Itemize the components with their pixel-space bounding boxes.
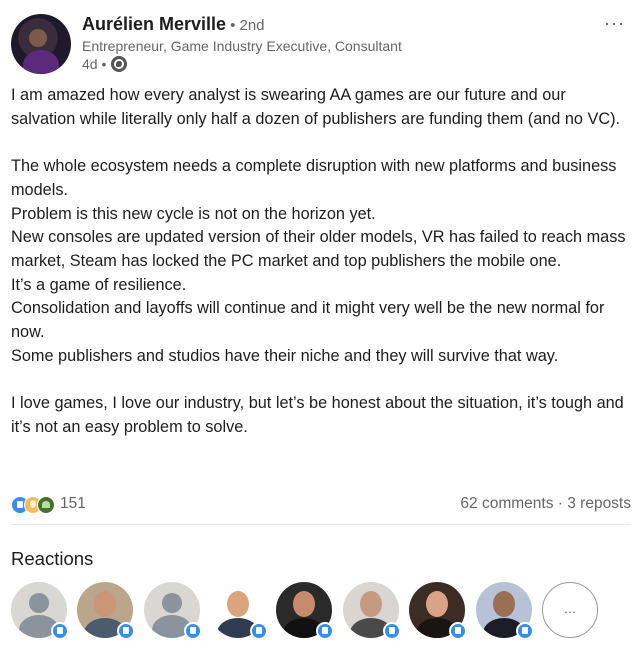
reactor-avatar[interactable]: [144, 582, 202, 640]
author-name-line[interactable]: Aurélien Merville • 2nd: [82, 14, 265, 35]
reactor-avatar[interactable]: [11, 582, 69, 640]
post-paragraph: Problem is this new cycle is not on the …: [11, 204, 376, 223]
like-icon: [316, 622, 334, 640]
reactor-avatar[interactable]: [409, 582, 467, 640]
like-icon: [117, 622, 135, 640]
post-paragraph: Some publishers and studios have their n…: [11, 346, 559, 365]
like-icon: [184, 622, 202, 640]
like-icon: [383, 622, 401, 640]
post-paragraph: The whole ecosystem needs a complete dis…: [11, 157, 617, 199]
reactor-avatar[interactable]: [343, 582, 401, 640]
post-paragraph: I am amazed how every analyst is swearin…: [11, 86, 621, 128]
like-icon: [250, 622, 268, 640]
globe-icon: [111, 56, 128, 72]
reactions-heading: Reactions: [11, 548, 94, 569]
post-paragraph: It’s a game of resilience.: [11, 275, 187, 294]
author-headline: Entrepreneur, Game Industry Executive, C…: [82, 38, 402, 54]
more-options-icon[interactable]: ···: [604, 14, 625, 32]
author-name[interactable]: Aurélien Merville: [82, 14, 226, 34]
post-paragraph: New consoles are updated version of thei…: [11, 228, 626, 270]
reactor-avatar[interactable]: [210, 582, 268, 640]
reactor-avatar[interactable]: [276, 582, 334, 640]
post-time: 4d •: [82, 56, 107, 72]
social-counts-bar: 151 62 comments · 3 reposts: [11, 493, 631, 517]
reaction-icons[interactable]: [11, 496, 55, 514]
post-meta: 4d •: [82, 56, 128, 72]
comments-reposts-count[interactable]: 62 comments · 3 reposts: [460, 495, 631, 513]
post-paragraph: Consolidation and layoffs will continue …: [11, 299, 605, 342]
support-icon: [37, 496, 55, 514]
author-avatar[interactable]: [11, 14, 71, 74]
like-icon: [449, 622, 467, 640]
reactors-list: …: [11, 582, 611, 640]
divider: [11, 524, 631, 525]
post-paragraph: I love games, I love our industry, but l…: [11, 394, 624, 436]
reactor-avatar[interactable]: [476, 582, 534, 640]
post-header: Aurélien Merville • 2nd Entrepreneur, Gam…: [11, 14, 631, 76]
more-reactions-button[interactable]: …: [542, 582, 598, 638]
connection-degree: • 2nd: [230, 17, 265, 34]
post-text: I am amazed how every analyst is swearin…: [11, 84, 633, 440]
like-icon: [51, 622, 69, 640]
reactor-avatar[interactable]: [77, 582, 135, 640]
like-icon: [516, 622, 534, 640]
reaction-count[interactable]: 151: [60, 495, 86, 513]
